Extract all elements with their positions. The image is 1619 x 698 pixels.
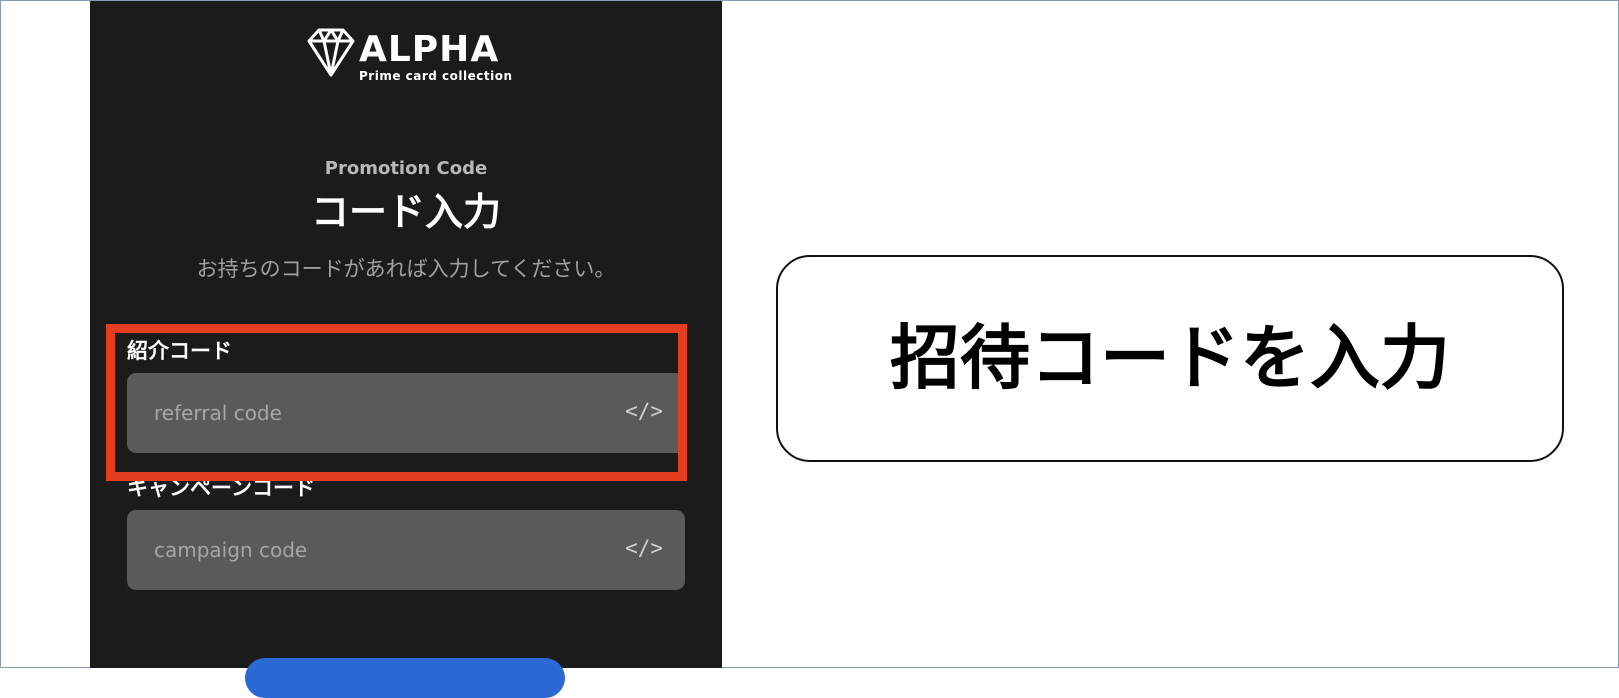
callout-box: 招待コードを入力 [776, 255, 1564, 462]
code-icon: </> [625, 536, 663, 560]
highlight-box [106, 324, 687, 481]
campaign-code-input[interactable] [127, 510, 634, 590]
callout-text: 招待コードを入力 [890, 317, 1450, 399]
instruction-text: お持ちのコードがあれば入力してください。 [196, 257, 616, 281]
brand-tagline: Prime card collection [359, 69, 513, 83]
page-title: コード入力 [310, 190, 501, 234]
campaign-code-field[interactable]: </> [127, 510, 685, 590]
app-logo: ALPHA Prime card collection [303, 25, 513, 85]
section-subtitle: Promotion Code [324, 158, 488, 179]
brand-name: ALPHA [359, 29, 500, 70]
diamond-icon [307, 28, 355, 77]
submit-button[interactable] [245, 658, 565, 698]
